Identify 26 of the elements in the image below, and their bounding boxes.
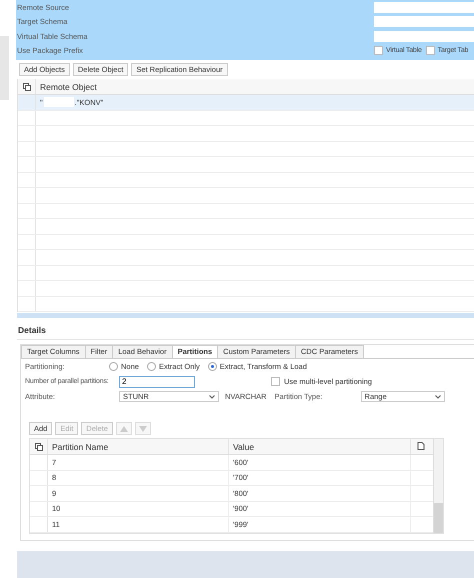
edit-icon xyxy=(417,442,425,450)
column-header: Remote Object xyxy=(39,82,97,92)
input-field[interactable] xyxy=(374,30,474,42)
side-panel xyxy=(0,36,9,100)
section-title: Details xyxy=(17,318,474,340)
copy-icon xyxy=(34,442,42,450)
radio-button[interactable] xyxy=(109,362,118,371)
scrollbar[interactable] xyxy=(433,439,443,532)
radio-button[interactable] xyxy=(208,362,217,371)
move-up-button[interactable] xyxy=(116,422,132,435)
move-down-button[interactable] xyxy=(134,422,151,435)
triangle-down-icon xyxy=(138,426,147,432)
checkbox[interactable] xyxy=(271,377,280,386)
radio-button[interactable] xyxy=(146,362,156,371)
column-header: Partition Name xyxy=(51,442,108,452)
copy-icon xyxy=(22,82,30,90)
input-field[interactable]: 2 xyxy=(119,376,195,388)
chevron-down-icon xyxy=(434,394,441,398)
redaction-block xyxy=(44,97,74,108)
checkbox[interactable] xyxy=(426,46,435,56)
checkbox[interactable] xyxy=(374,46,383,56)
input-field[interactable] xyxy=(374,16,474,28)
triangle-up-icon xyxy=(120,426,128,432)
chevron-down-icon xyxy=(209,394,215,398)
input-field[interactable] xyxy=(374,2,474,13)
column-header: Value xyxy=(232,442,254,452)
